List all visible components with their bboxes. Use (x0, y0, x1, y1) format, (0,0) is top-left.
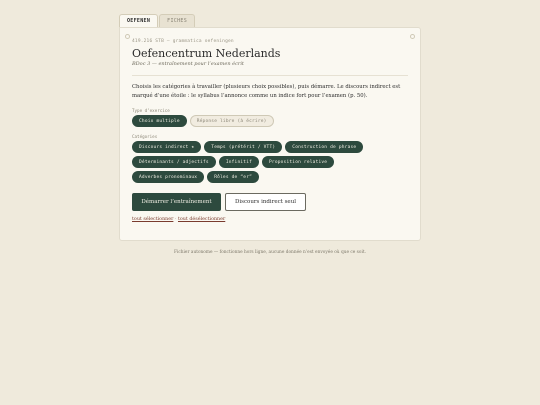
page-subtitle: BDoc 3 — entraînement pour l’examen écri… (132, 61, 244, 67)
categories-label: Catégories (132, 134, 158, 139)
exercise-type-options: Choix multiple Réponse libre (à écrire) (132, 115, 408, 127)
selection-links: tout sélectionner · tout désélectionner (132, 217, 408, 222)
category-er-roles[interactable]: Rôles de “er” (207, 171, 260, 183)
deselect-all-link[interactable]: tout désélectionner (178, 217, 225, 222)
category-tenses[interactable]: Temps (prétérit / VTT) (204, 141, 283, 153)
category-determiners[interactable]: Déterminants / adjectifs (132, 156, 216, 168)
tab-oefenen[interactable]: OEFENEN (119, 14, 159, 27)
category-sentence-construction[interactable]: Construction de phrase (285, 141, 364, 153)
indirect-only-button[interactable]: Discours indirect seul (225, 193, 306, 211)
instructions-text: Choisis les catégories à travailler (plu… (132, 84, 401, 99)
category-relative-clause[interactable]: Proposition relative (262, 156, 335, 168)
action-buttons: Démarrer l’entraînement Discours indirec… (132, 193, 408, 211)
category-infinitive[interactable]: Infinitif (218, 156, 260, 168)
start-training-button[interactable]: Démarrer l’entraînement (132, 193, 221, 211)
tab-fiches[interactable]: FICHES (159, 14, 196, 27)
corner-dot-icon (125, 34, 130, 39)
option-free-answer[interactable]: Réponse libre (à écrire) (189, 115, 274, 127)
category-indirect-speech[interactable]: Discours indirect ★ (132, 141, 202, 153)
meta-line: 419.216 STB — grammatica oefeningen (132, 39, 234, 44)
category-pronominal-adverbs[interactable]: Adverbes pronominaux (132, 171, 205, 183)
footer-note: Fichier autonome — fonctionne hors ligne… (174, 250, 366, 255)
select-all-link[interactable]: tout sélectionner (132, 217, 173, 222)
exercise-type-label: Type d’exercice (132, 108, 170, 113)
option-multiple-choice[interactable]: Choix multiple (132, 115, 187, 127)
tab-bar: OEFENEN FICHES (119, 14, 196, 27)
corner-dot-icon (410, 34, 415, 39)
main-card: 419.216 STB — grammatica oefeningen Oefe… (119, 27, 421, 241)
page-title: Oefencentrum Nederlands (132, 47, 281, 60)
divider (132, 75, 408, 76)
category-chips: Discours indirect ★ Temps (prétérit / VT… (132, 141, 408, 183)
link-separator: · (174, 217, 177, 222)
